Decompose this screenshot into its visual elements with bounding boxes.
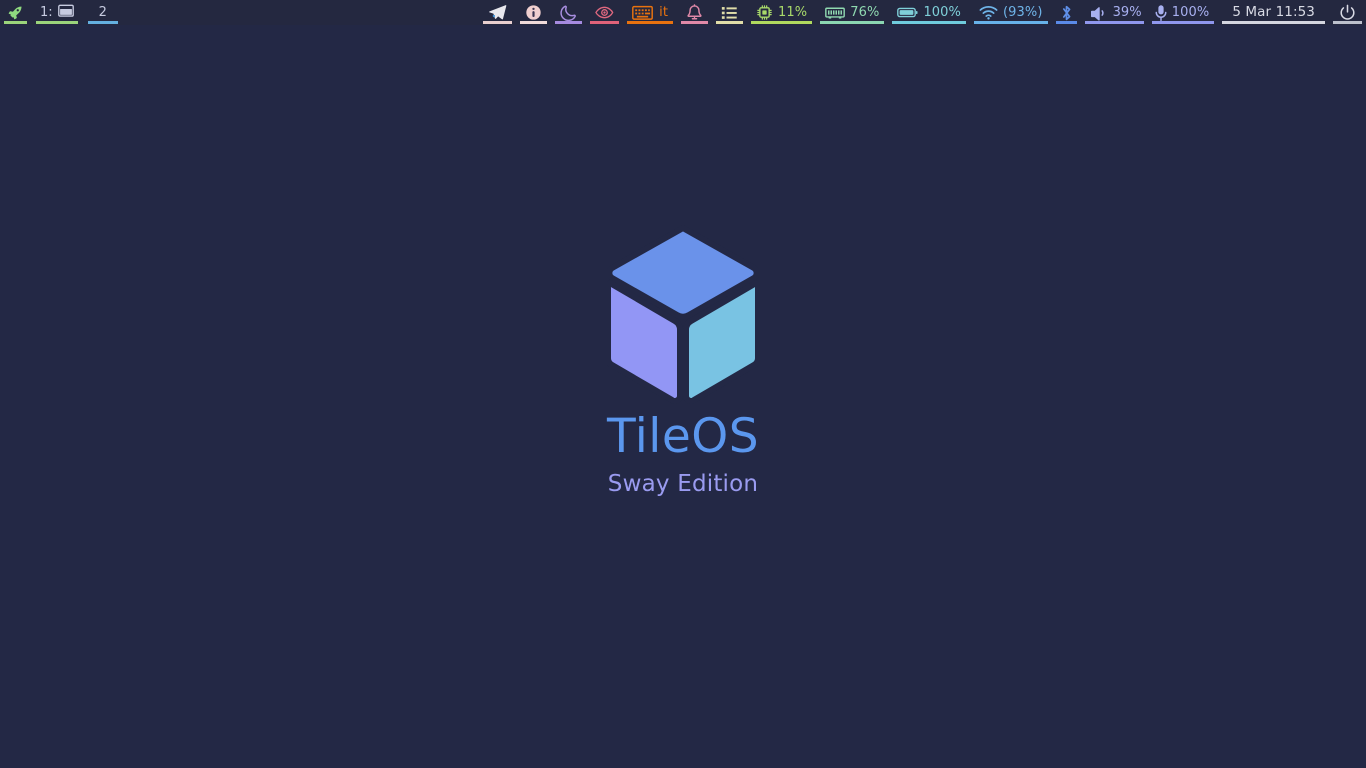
- workspace-button-1[interactable]: 1:: [31, 0, 83, 25]
- workspace-2-underline: [87, 21, 118, 24]
- power-icon: [1339, 4, 1356, 21]
- rocket-icon: [7, 4, 24, 21]
- network-label: (93%): [1003, 5, 1043, 20]
- clock-label: 5 Mar 11:53: [1232, 3, 1315, 20]
- launcher-underline: [4, 21, 27, 24]
- window-icon: [57, 4, 74, 21]
- workspace-2-label: 2: [98, 5, 107, 20]
- eye-tray-icon[interactable]: [586, 0, 623, 25]
- info-tray-icon[interactable]: [516, 0, 551, 25]
- list-icon: [721, 5, 738, 21]
- workspace-button-2[interactable]: 2: [83, 0, 123, 25]
- bluetooth-module[interactable]: [1052, 0, 1081, 25]
- telegram-underline: [483, 21, 513, 24]
- workspace-1-underline: [36, 21, 78, 24]
- info-underline: [520, 21, 548, 24]
- bluetooth-icon: [1060, 4, 1073, 22]
- keyboard-layout-module[interactable]: it: [623, 0, 677, 25]
- tileos-cube-logo: [607, 225, 759, 405]
- wifi-icon: [979, 5, 998, 20]
- status-bar: 1: 2 it 11% 76% 100% (93%) 39% 100% 5 Ma…: [0, 0, 1366, 25]
- cpu-underline: [751, 21, 813, 24]
- page-subtitle: Sway Edition: [607, 470, 759, 497]
- branding-block: TileOS Sway Edition: [607, 225, 759, 497]
- battery-icon: [897, 6, 918, 19]
- page-title: TileOS: [606, 409, 760, 464]
- bar-right-section: it 11% 76% 100% (93%) 39% 100% 5 Mar 11:…: [479, 0, 1366, 25]
- battery-underline: [892, 21, 967, 24]
- telegram-tray-icon[interactable]: [479, 0, 516, 25]
- mic-label: 100%: [1171, 5, 1210, 20]
- keyboard-layout-underline: [627, 21, 674, 24]
- microphone-icon: [1154, 4, 1168, 22]
- info-circle-icon: [525, 4, 542, 21]
- tasklist-underline: [716, 21, 744, 24]
- mic-module[interactable]: 100%: [1148, 0, 1219, 25]
- bluetooth-underline: [1055, 21, 1077, 24]
- night-mode-tray-icon[interactable]: [551, 0, 586, 25]
- eye-icon: [595, 4, 614, 21]
- memory-module[interactable]: 76%: [816, 0, 888, 25]
- network-module[interactable]: (93%): [970, 0, 1052, 25]
- cpu-icon: [756, 4, 773, 21]
- network-underline: [974, 21, 1048, 24]
- cpu-module[interactable]: 11%: [747, 0, 816, 25]
- moon-icon: [560, 4, 577, 21]
- battery-module[interactable]: 100%: [888, 0, 970, 25]
- notifications-underline: [681, 21, 709, 24]
- speaker-icon: [1090, 5, 1108, 21]
- power-module[interactable]: [1329, 0, 1366, 25]
- app-launcher-button[interactable]: [0, 0, 31, 25]
- mic-underline: [1151, 21, 1215, 24]
- memory-underline: [820, 21, 885, 24]
- paper-plane-icon: [488, 4, 507, 21]
- memory-icon: [825, 5, 846, 20]
- volume-module[interactable]: 39%: [1081, 0, 1148, 25]
- power-underline: [1333, 21, 1362, 24]
- memory-label: 76%: [850, 5, 880, 20]
- keyboard-icon: [632, 5, 654, 21]
- volume-underline: [1084, 21, 1144, 24]
- notifications-tray-icon[interactable]: [677, 0, 712, 25]
- night-mode-underline: [555, 21, 583, 24]
- cpu-label: 11%: [778, 5, 808, 20]
- volume-label: 39%: [1112, 5, 1142, 20]
- clock-module[interactable]: 5 Mar 11:53: [1218, 0, 1329, 25]
- clock-underline: [1222, 21, 1325, 24]
- tasklist-tray-icon[interactable]: [712, 0, 747, 25]
- bar-left-section: 1: 2: [0, 0, 123, 25]
- battery-label: 100%: [923, 5, 962, 20]
- workspace-1-label: 1:: [40, 5, 53, 20]
- bell-icon: [686, 3, 703, 22]
- desktop-wallpaper: TileOS Sway Edition: [0, 25, 1366, 768]
- keyboard-layout-label: it: [659, 5, 669, 20]
- eye-underline: [590, 21, 620, 24]
